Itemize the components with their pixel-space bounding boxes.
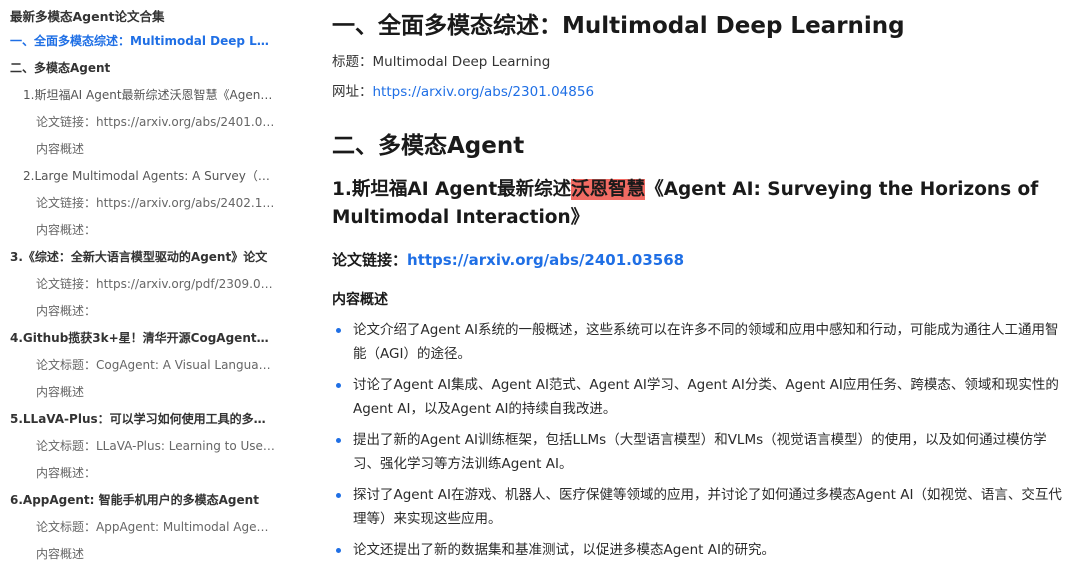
title-value: Multimodal Deep Learning <box>372 54 551 70</box>
outline-item-section2[interactable]: 二、多模态Agent <box>0 55 290 82</box>
list-item-text: 讨论了Agent AI集成、Agent AI范式、Agent AI学习、Agen… <box>353 377 1059 417</box>
outline-sidebar: 最新多模态Agent论文合集 一、全面多模态综述：Multimodal Deep… <box>0 0 290 568</box>
outline-item-paper6[interactable]: 6.AppAgent: 智能手机用户的多模态Agent <box>0 487 290 514</box>
outline-item-paper6-overview[interactable]: 内容概述 <box>0 541 290 568</box>
list-item-text: 论文介绍了Agent AI系统的一般概述，这些系统可以在许多不同的领域和应用中感… <box>353 322 1059 362</box>
list-item-text: 提出了新的Agent AI训练框架，包括LLMs（大型语言模型）和VLMs（视觉… <box>353 432 1047 472</box>
outline-item-paper5-overview[interactable]: 内容概述： <box>0 460 290 487</box>
outline-item-paper1[interactable]: 1.斯坦福AI Agent最新综述沃恩智慧《Agent AI: Surveyin… <box>0 82 290 109</box>
list-item: 探讨了Agent AI在游戏、机器人、医疗保健等领域的应用，并讨论了如何通过多模… <box>332 483 1062 531</box>
bullet-icon <box>336 548 341 553</box>
outline-item-paper2[interactable]: 2.Large Multimodal Agents: A Survey（大型多模… <box>0 163 290 190</box>
section2-heading: 二、多模态Agent <box>332 133 525 159</box>
url-label: 网址： <box>332 84 373 100</box>
list-item: 讨论了Agent AI集成、Agent AI范式、Agent AI学习、Agen… <box>332 373 1062 421</box>
outline-item-paper3-overview[interactable]: 内容概述： <box>0 298 290 325</box>
overview-list: 论文介绍了Agent AI系统的一般概述，这些系统可以在许多不同的领域和应用中感… <box>332 318 1062 568</box>
document-body: 一、全面多模态综述：Multimodal Deep Learning 标题：Mu… <box>332 0 1072 568</box>
paper1-link-row: 论文链接：https://arxiv.org/abs/2401.03568 <box>332 249 684 270</box>
outline-item-paper3[interactable]: 3.《综述：全新大语言模型驱动的Agent》论文 <box>0 244 290 271</box>
url-link[interactable]: https://arxiv.org/abs/2301.04856 <box>373 84 595 100</box>
paper1-link[interactable]: https://arxiv.org/abs/2401.03568 <box>407 251 684 269</box>
section1-heading: 一、全面多模态综述：Multimodal Deep Learning <box>332 13 905 39</box>
bullet-icon <box>336 383 341 388</box>
outline-item-paper6-title[interactable]: 论文标题：AppAgent: Multimodal Agents as Smar… <box>0 514 290 541</box>
bullet-icon <box>336 328 341 333</box>
highlighted-text: 沃恩智慧 <box>571 179 646 200</box>
bullet-icon <box>336 493 341 498</box>
title-label: 标题： <box>332 54 373 70</box>
list-item: 论文介绍了Agent AI系统的一般概述，这些系统可以在许多不同的领域和应用中感… <box>332 318 1062 366</box>
overview-heading: 内容概述 <box>332 292 388 308</box>
paper1-heading: 1.斯坦福AI Agent最新综述沃恩智慧《Agent AI: Surveyin… <box>332 176 1052 232</box>
outline-item-paper2-overview[interactable]: 内容概述： <box>0 217 290 244</box>
outline-item-section1[interactable]: 一、全面多模态综述：Multimodal Deep Learning <box>0 28 290 55</box>
outline-item-paper4-overview[interactable]: 内容概述 <box>0 379 290 406</box>
list-item: 提出了新的Agent AI训练框架，包括LLMs（大型语言模型）和VLMs（视觉… <box>332 428 1062 476</box>
outline-item-paper5[interactable]: 5.LLaVA-Plus：可以学习如何使用工具的多模态智能体 <box>0 406 290 433</box>
outline-item-paper4[interactable]: 4.Github揽获3k+星！清华开源CogAgent：多模态视觉语言模型 <box>0 325 290 352</box>
outline-item-paper3-link[interactable]: 论文链接：https://arxiv.org/pdf/2309.07864 <box>0 271 290 298</box>
outline-item-paper4-title[interactable]: 论文标题：CogAgent: A Visual Language Model f… <box>0 352 290 379</box>
paper-title-row: 标题：Multimodal Deep Learning <box>332 50 550 70</box>
list-item: 论文还提出了新的数据集和基准测试，以促进多模态Agent AI的研究。 <box>332 538 1062 562</box>
paper1-link-label: 论文链接： <box>332 251 408 269</box>
outline-item-paper2-link[interactable]: 论文链接：https://arxiv.org/abs/2402.15116 <box>0 190 290 217</box>
list-item-text: 论文还提出了新的数据集和基准测试，以促进多模态Agent AI的研究。 <box>353 542 775 558</box>
outline-item-paper1-link[interactable]: 论文链接：https://arxiv.org/abs/2401.03568 <box>0 109 290 136</box>
list-item-text: 探讨了Agent AI在游戏、机器人、医疗保健等领域的应用，并讨论了如何通过多模… <box>353 487 1062 527</box>
paper1-heading-part1: 1.斯坦福AI Agent最新综述 <box>332 179 572 200</box>
outline-item-paper5-title[interactable]: 论文标题：LLaVA-Plus: Learning to Use Tools f… <box>0 433 290 460</box>
outline-title: 最新多模态Agent论文合集 <box>10 9 165 24</box>
outline-item-paper1-overview[interactable]: 内容概述 <box>0 136 290 163</box>
bullet-icon <box>336 438 341 443</box>
url-row: 网址：https://arxiv.org/abs/2301.04856 <box>332 80 594 100</box>
